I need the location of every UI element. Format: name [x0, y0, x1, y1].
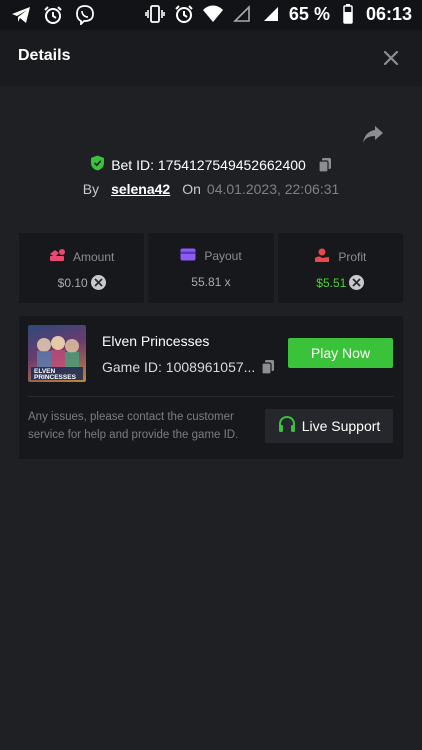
alarm-icon: [42, 4, 64, 26]
status-left-icons: [10, 4, 96, 26]
live-support-label: Live Support: [301, 418, 381, 434]
game-id: Game ID: 1008961057...: [102, 359, 256, 375]
username-link[interactable]: selena42: [111, 181, 170, 197]
share-button[interactable]: [362, 125, 384, 147]
headset-icon: [278, 415, 296, 436]
play-now-button[interactable]: Play Now: [288, 338, 393, 368]
clock: 06:13: [365, 3, 412, 24]
battery-percent: 65 %: [288, 3, 330, 24]
status-right-icons: 65 % 06:13: [144, 3, 412, 25]
amount-icon: [49, 248, 65, 265]
close-icon: [384, 51, 398, 65]
shield-check-icon: [90, 155, 105, 174]
profit-label: Profit: [338, 250, 367, 264]
details-header: Details: [0, 30, 422, 86]
telegram-icon: [10, 4, 32, 26]
profit-icon: [314, 248, 330, 266]
bet-id-row: Bet ID: 1754127549452662400: [0, 155, 422, 174]
wifi-icon: [202, 3, 224, 25]
signal-empty-icon: [231, 3, 253, 25]
payout-value: 55.81 x: [191, 275, 231, 289]
divider: [28, 396, 394, 397]
payout-card: Payout 55.81 x: [148, 233, 274, 303]
bet-meta-row: By selena42 On 04.01.2023, 22:06:31: [0, 181, 422, 197]
copy-icon: [318, 157, 331, 173]
payout-label: Payout: [204, 249, 242, 263]
bet-stats: Amount $0.10 Payout 55.81 x Profit $5.51: [19, 233, 403, 303]
game-name: Elven Princesses: [102, 333, 210, 349]
game-thumbnail[interactable]: ELVEN PRINCESSES: [28, 325, 86, 382]
profit-card: Profit $5.51: [277, 233, 403, 303]
thumb-text-2: PRINCESSES: [34, 374, 77, 381]
on-label: On: [182, 181, 201, 197]
amount-label: Amount: [72, 249, 115, 264]
copy-bet-id-button[interactable]: [318, 157, 332, 173]
support-text: Any issues, please contact the customer …: [28, 411, 239, 441]
currency-coin-icon: [349, 275, 365, 290]
payout-icon: [180, 248, 196, 264]
status-bar: 65 % 06:13: [0, 0, 422, 30]
bet-date: 04.01.2023, 22:06:31: [206, 181, 340, 197]
live-support-button[interactable]: Live Support: [265, 409, 393, 443]
bet-id: Bet ID: 1754127549452662400: [111, 156, 306, 173]
close-button[interactable]: [380, 47, 402, 69]
signal-icon: [260, 3, 282, 25]
alarm-icon: [173, 3, 195, 25]
amount-value: $0.10: [57, 275, 88, 290]
share-icon: [363, 126, 383, 143]
game-card: ELVEN PRINCESSES Elven Princesses Game I…: [19, 316, 403, 459]
viber-icon: [74, 4, 96, 26]
copy-icon: [261, 360, 274, 375]
by-label: By: [82, 181, 100, 197]
vibrate-icon: [144, 3, 166, 25]
profit-value: $5.51: [316, 275, 347, 290]
page-title: Details: [18, 47, 71, 64]
copy-game-id-button[interactable]: [261, 359, 275, 380]
battery-icon: [337, 3, 359, 25]
amount-card: Amount $0.10: [19, 233, 145, 303]
currency-coin-icon: [90, 275, 106, 290]
